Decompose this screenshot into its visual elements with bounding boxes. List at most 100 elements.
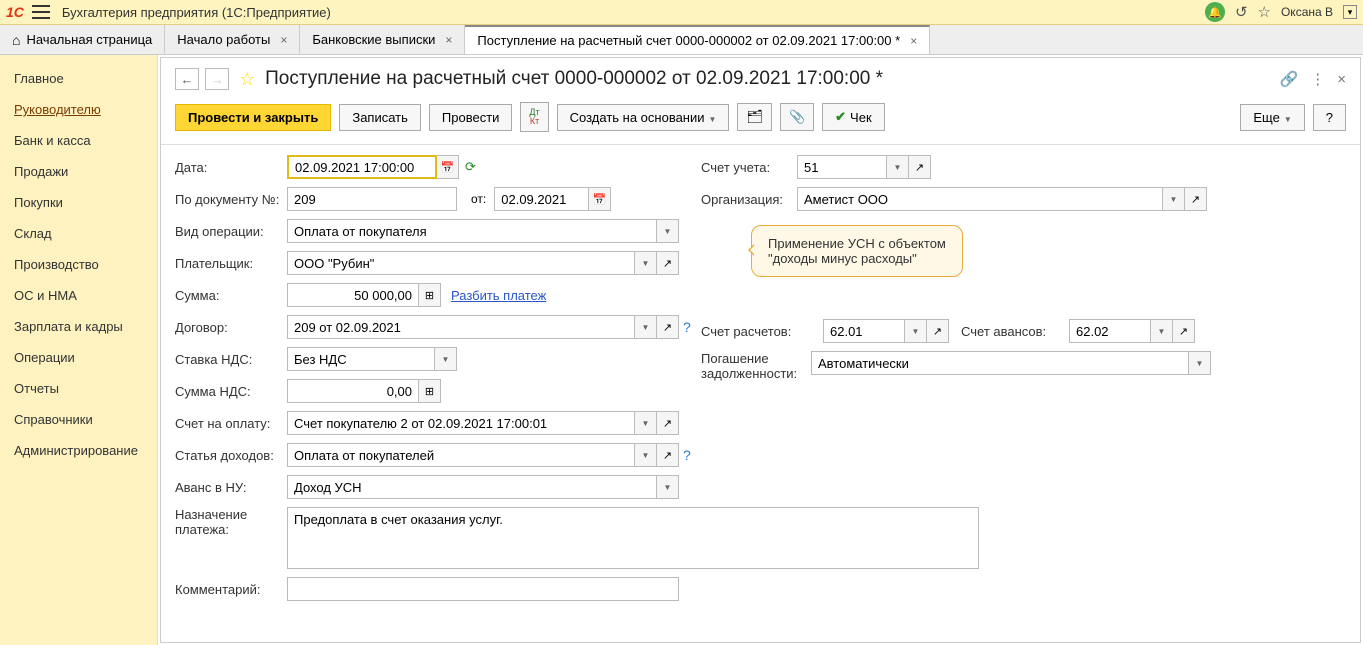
operation-type-input[interactable] — [287, 219, 657, 243]
dropdown-icon[interactable] — [635, 443, 657, 467]
tab-label: Начальная страница — [26, 32, 152, 47]
create-based-on-button[interactable]: Создать на основании — [557, 104, 730, 131]
contract-label: Договор: — [175, 320, 287, 335]
more-button[interactable]: Еще — [1240, 104, 1304, 131]
refresh-icon[interactable]: ⟳ — [465, 159, 476, 175]
date-input[interactable] — [287, 155, 437, 179]
link-icon[interactable]: 🔗 — [1280, 70, 1299, 88]
invoice-input[interactable] — [287, 411, 635, 435]
check-icon: ✔ — [835, 109, 846, 125]
open-icon[interactable]: ↗ — [657, 443, 679, 467]
debt-label: Погашениезадолженности: — [701, 351, 805, 381]
sum-label: Сумма: — [175, 288, 287, 303]
tab-home[interactable]: ⌂ Начальная страница — [0, 25, 165, 54]
calendar-icon[interactable]: 📅 — [437, 155, 459, 179]
close-icon[interactable]: × — [1337, 71, 1346, 88]
doc-number-input[interactable] — [287, 187, 457, 211]
document-title: Поступление на расчетный счет 0000-00000… — [265, 68, 883, 90]
favorites-icon[interactable]: ☆ — [1258, 3, 1271, 21]
comment-input[interactable] — [287, 577, 679, 601]
tab-label: Начало работы — [177, 32, 270, 47]
dropdown-icon[interactable] — [657, 475, 679, 499]
tab-receipt-document[interactable]: Поступление на расчетный счет 0000-00000… — [465, 25, 930, 54]
open-icon[interactable]: ↗ — [657, 315, 679, 339]
calendar-icon[interactable]: 📅 — [589, 187, 611, 211]
tab-bank-statements[interactable]: Банковские выписки × — [300, 25, 465, 54]
debt-repayment-input[interactable] — [811, 351, 1189, 375]
open-icon[interactable]: ↗ — [1185, 187, 1207, 211]
dropdown-icon[interactable] — [435, 347, 457, 371]
sidebar-item-fixed-assets[interactable]: ОС и НМА — [0, 280, 157, 311]
open-icon[interactable]: ↗ — [1173, 319, 1195, 343]
close-icon[interactable]: × — [445, 33, 452, 47]
open-icon[interactable]: ↗ — [657, 251, 679, 275]
sidebar-item-payroll[interactable]: Зарплата и кадры — [0, 311, 157, 342]
postings-button[interactable]: ДтКт — [520, 102, 548, 132]
dropdown-icon[interactable] — [635, 251, 657, 275]
help-icon[interactable]: ? — [683, 319, 691, 335]
purpose-textarea[interactable] — [287, 507, 979, 569]
sidebar-item-catalogs[interactable]: Справочники — [0, 404, 157, 435]
dropdown-icon[interactable] — [1163, 187, 1185, 211]
sidebar-item-main[interactable]: Главное — [0, 63, 157, 94]
history-icon[interactable]: ↺ — [1235, 3, 1248, 21]
income-item-input[interactable] — [287, 443, 635, 467]
comment-label: Комментарий: — [175, 582, 287, 597]
dropdown-icon[interactable] — [635, 315, 657, 339]
advance-account-input[interactable] — [1069, 319, 1151, 343]
split-payment-link[interactable]: Разбить платеж — [451, 288, 546, 303]
from-date-input[interactable] — [494, 187, 589, 211]
open-icon[interactable]: ↗ — [927, 319, 949, 343]
dropdown-icon[interactable] — [1151, 319, 1173, 343]
write-button[interactable]: Записать — [339, 104, 421, 131]
vat-rate-input[interactable] — [287, 347, 435, 371]
account-input[interactable] — [797, 155, 887, 179]
dropdown-icon[interactable] — [905, 319, 927, 343]
help-button[interactable]: ? — [1313, 104, 1346, 131]
forward-button[interactable]: → — [205, 68, 229, 90]
check-button[interactable]: ✔ Чек — [822, 103, 885, 131]
open-icon[interactable]: ↗ — [657, 411, 679, 435]
vat-sum-input[interactable] — [287, 379, 419, 403]
sidebar-item-purchases[interactable]: Покупки — [0, 187, 157, 218]
open-icon[interactable]: ↗ — [909, 155, 931, 179]
dropdown-icon[interactable] — [657, 219, 679, 243]
dropdown-icon[interactable] — [887, 155, 909, 179]
structure-button[interactable]: 🗂 — [737, 103, 772, 131]
contract-input[interactable] — [287, 315, 635, 339]
sidebar-item-bank[interactable]: Банк и касса — [0, 125, 157, 156]
close-icon[interactable]: × — [910, 34, 917, 48]
settlement-account-input[interactable] — [823, 319, 905, 343]
bell-icon[interactable]: 🔔 — [1205, 2, 1225, 22]
sidebar-item-sales[interactable]: Продажи — [0, 156, 157, 187]
attach-button[interactable]: 📎 — [780, 103, 814, 131]
sidebar-item-production[interactable]: Производство — [0, 249, 157, 280]
close-icon[interactable]: × — [280, 33, 287, 47]
sum-input[interactable] — [287, 283, 419, 307]
menu-icon[interactable] — [32, 5, 50, 19]
post-and-close-button[interactable]: Провести и закрыть — [175, 104, 331, 131]
operation-type-label: Вид операции: — [175, 224, 287, 239]
post-button[interactable]: Провести — [429, 104, 513, 131]
logo-1c: 1C — [6, 4, 24, 20]
calculator-icon[interactable]: ⊞ — [419, 283, 441, 307]
sidebar-item-operations[interactable]: Операции — [0, 342, 157, 373]
income-item-label: Статья доходов: — [175, 448, 287, 463]
dropdown-icon[interactable] — [1189, 351, 1211, 375]
sidebar-item-reports[interactable]: Отчеты — [0, 373, 157, 404]
favorite-star-icon[interactable]: ☆ — [239, 69, 255, 90]
username: Оксана В — [1281, 5, 1333, 19]
tab-start-work[interactable]: Начало работы × — [165, 25, 300, 54]
more-icon[interactable]: ⋮ — [1310, 70, 1325, 88]
back-button[interactable]: ← — [175, 68, 199, 90]
window-button[interactable]: ▾ — [1343, 5, 1357, 19]
org-input[interactable] — [797, 187, 1163, 211]
advance-input[interactable] — [287, 475, 657, 499]
calculator-icon[interactable]: ⊞ — [419, 379, 441, 403]
sidebar-item-warehouse[interactable]: Склад — [0, 218, 157, 249]
sidebar-item-admin[interactable]: Администрирование — [0, 435, 157, 466]
help-icon[interactable]: ? — [683, 447, 691, 463]
sidebar-item-manager[interactable]: Руководителю — [0, 94, 157, 125]
dropdown-icon[interactable] — [635, 411, 657, 435]
payer-input[interactable] — [287, 251, 635, 275]
